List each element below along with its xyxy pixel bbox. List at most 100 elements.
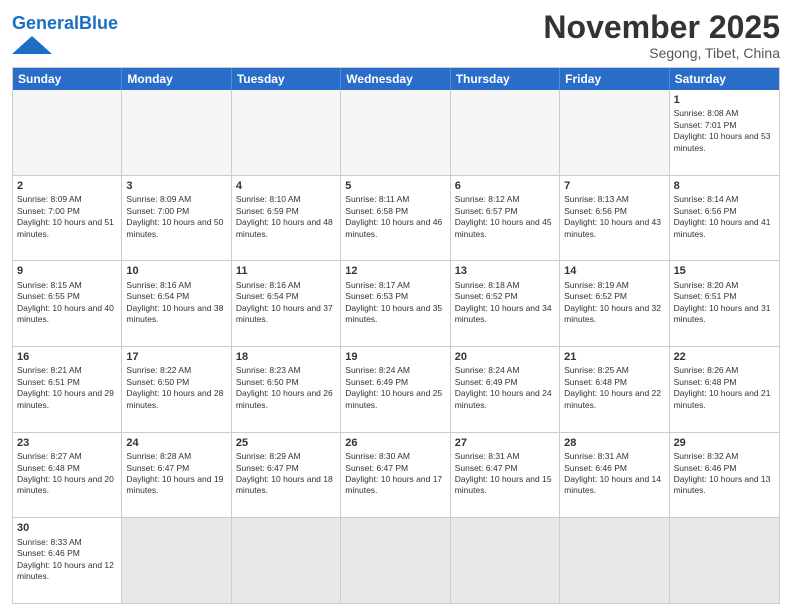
calendar-cell-6: 6Sunrise: 8:12 AMSunset: 6:57 PMDaylight…	[451, 176, 560, 261]
day-info: Sunrise: 8:17 AMSunset: 6:53 PMDaylight:…	[345, 280, 445, 326]
day-info: Sunrise: 8:15 AMSunset: 6:55 PMDaylight:…	[17, 280, 117, 326]
day-number: 14	[564, 264, 664, 278]
day-info: Sunrise: 8:26 AMSunset: 6:48 PMDaylight:…	[674, 365, 775, 411]
calendar-cell-13: 13 Sunrise: 8:18 AMSunset: 6:52 PMDayligh…	[451, 261, 560, 346]
day-number: 22	[674, 350, 775, 364]
subtitle: Segong, Tibet, China	[543, 45, 780, 61]
day-number: 16	[17, 350, 117, 364]
day-info: Sunrise: 8:16 AMSunset: 6:54 PMDaylight:…	[126, 280, 226, 326]
day-info: Sunrise: 8:27 AMSunset: 6:48 PMDaylight:…	[17, 451, 117, 497]
day-number: 30	[17, 521, 117, 535]
day-number: 2	[17, 179, 117, 193]
calendar-cell-21: 21Sunrise: 8:25 AMSunset: 6:48 PMDayligh…	[560, 347, 669, 432]
calendar-week-2: 2Sunrise: 8:09 AMSunset: 7:00 PMDaylight…	[13, 176, 779, 262]
calendar-cell-19: 19Sunrise: 8:24 AMSunset: 6:49 PMDayligh…	[341, 347, 450, 432]
day-info: Sunrise: 8:11 AMSunset: 6:58 PMDaylight:…	[345, 194, 445, 240]
calendar-week-1: 1Sunrise: 8:08 AMSunset: 7:01 PMDaylight…	[13, 90, 779, 176]
day-info: Sunrise: 8:25 AMSunset: 6:48 PMDaylight:…	[564, 365, 664, 411]
calendar-cell-17: 17Sunrise: 8:22 AMSunset: 6:50 PMDayligh…	[122, 347, 231, 432]
weekday-header-sunday: Sunday	[13, 68, 122, 90]
day-number: 24	[126, 436, 226, 450]
day-info: Sunrise: 8:29 AMSunset: 6:47 PMDaylight:…	[236, 451, 336, 497]
calendar-cell-empty	[232, 90, 341, 175]
day-info: Sunrise: 8:08 AMSunset: 7:01 PMDaylight:…	[674, 108, 775, 154]
logo-text: GeneralBlue	[12, 14, 118, 34]
day-number: 1	[674, 93, 775, 107]
calendar-cell-empty	[670, 518, 779, 603]
day-info: Sunrise: 8:12 AMSunset: 6:57 PMDaylight:…	[455, 194, 555, 240]
day-number: 4	[236, 179, 336, 193]
calendar-cell-8: 8Sunrise: 8:14 AMSunset: 6:56 PMDaylight…	[670, 176, 779, 261]
calendar-cell-4: 4Sunrise: 8:10 AMSunset: 6:59 PMDaylight…	[232, 176, 341, 261]
day-info: Sunrise: 8:14 AMSunset: 6:56 PMDaylight:…	[674, 194, 775, 240]
calendar-cell-2: 2Sunrise: 8:09 AMSunset: 7:00 PMDaylight…	[13, 176, 122, 261]
calendar-page: GeneralBlue November 2025 Segong, Tibet,…	[0, 0, 792, 612]
day-info: Sunrise: 8:23 AMSunset: 6:50 PMDaylight:…	[236, 365, 336, 411]
day-info: Sunrise: 8:31 AMSunset: 6:46 PMDaylight:…	[564, 451, 664, 497]
calendar-cell-26: 26Sunrise: 8:30 AMSunset: 6:47 PMDayligh…	[341, 433, 450, 518]
day-info: Sunrise: 8:20 AMSunset: 6:51 PMDaylight:…	[674, 280, 775, 326]
calendar-cell-12: 12Sunrise: 8:17 AMSunset: 6:53 PMDayligh…	[341, 261, 450, 346]
calendar-cell-27: 27Sunrise: 8:31 AMSunset: 6:47 PMDayligh…	[451, 433, 560, 518]
calendar-cell-24: 24Sunrise: 8:28 AMSunset: 6:47 PMDayligh…	[122, 433, 231, 518]
weekday-header-thursday: Thursday	[451, 68, 560, 90]
calendar-cell-5: 5Sunrise: 8:11 AMSunset: 6:58 PMDaylight…	[341, 176, 450, 261]
calendar-cell-empty	[341, 518, 450, 603]
calendar-cell-empty	[13, 90, 122, 175]
day-info: Sunrise: 8:33 AMSunset: 6:46 PMDaylight:…	[17, 537, 117, 583]
calendar-cell-22: 22Sunrise: 8:26 AMSunset: 6:48 PMDayligh…	[670, 347, 779, 432]
calendar-cell-10: 10Sunrise: 8:16 AMSunset: 6:54 PMDayligh…	[122, 261, 231, 346]
day-info: Sunrise: 8:10 AMSunset: 6:59 PMDaylight:…	[236, 194, 336, 240]
day-number: 20	[455, 350, 555, 364]
day-number: 8	[674, 179, 775, 193]
calendar-cell-empty	[451, 518, 560, 603]
calendar-cell-16: 16Sunrise: 8:21 AMSunset: 6:51 PMDayligh…	[13, 347, 122, 432]
day-info: Sunrise: 8:24 AMSunset: 6:49 PMDaylight:…	[345, 365, 445, 411]
day-info: Sunrise: 8:30 AMSunset: 6:47 PMDaylight:…	[345, 451, 445, 497]
day-info: Sunrise: 8:24 AMSunset: 6:49 PMDaylight:…	[455, 365, 555, 411]
day-number: 21	[564, 350, 664, 364]
calendar-cell-3: 3Sunrise: 8:09 AMSunset: 7:00 PMDaylight…	[122, 176, 231, 261]
calendar-cell-empty	[341, 90, 450, 175]
day-number: 13	[455, 264, 555, 278]
day-info: Sunrise: 8:16 AMSunset: 6:54 PMDaylight:…	[236, 280, 336, 326]
logo-icon	[12, 36, 52, 54]
calendar-cell-28: 28Sunrise: 8:31 AMSunset: 6:46 PMDayligh…	[560, 433, 669, 518]
calendar-cell-29: 29Sunrise: 8:32 AMSunset: 6:46 PMDayligh…	[670, 433, 779, 518]
day-number: 15	[674, 264, 775, 278]
calendar-cell-23: 23Sunrise: 8:27 AMSunset: 6:48 PMDayligh…	[13, 433, 122, 518]
day-info: Sunrise: 8:19 AMSunset: 6:52 PMDaylight:…	[564, 280, 664, 326]
title-block: November 2025 Segong, Tibet, China	[543, 10, 780, 61]
weekday-header-wednesday: Wednesday	[341, 68, 450, 90]
calendar-header: SundayMondayTuesdayWednesdayThursdayFrid…	[13, 68, 779, 90]
day-info: Sunrise: 8:18 AMSunset: 6:52 PMDaylight:…	[455, 280, 555, 326]
header: GeneralBlue November 2025 Segong, Tibet,…	[12, 10, 780, 61]
calendar-week-6: 30 Sunrise: 8:33 AMSunset: 6:46 PMDayligh…	[13, 518, 779, 603]
weekday-header-monday: Monday	[122, 68, 231, 90]
calendar-cell-30: 30 Sunrise: 8:33 AMSunset: 6:46 PMDayligh…	[13, 518, 122, 603]
day-number: 28	[564, 436, 664, 450]
logo-general: General	[12, 13, 79, 33]
calendar-week-4: 16Sunrise: 8:21 AMSunset: 6:51 PMDayligh…	[13, 347, 779, 433]
day-number: 18	[236, 350, 336, 364]
day-number: 5	[345, 179, 445, 193]
weekday-header-tuesday: Tuesday	[232, 68, 341, 90]
day-number: 3	[126, 179, 226, 193]
day-number: 9	[17, 264, 117, 278]
weekday-header-saturday: Saturday	[670, 68, 779, 90]
day-number: 29	[674, 436, 775, 450]
month-title: November 2025	[543, 10, 780, 45]
day-info: Sunrise: 8:31 AMSunset: 6:47 PMDaylight:…	[455, 451, 555, 497]
calendar: SundayMondayTuesdayWednesdayThursdayFrid…	[12, 67, 780, 604]
day-number: 25	[236, 436, 336, 450]
day-number: 7	[564, 179, 664, 193]
day-info: Sunrise: 8:09 AMSunset: 7:00 PMDaylight:…	[17, 194, 117, 240]
logo: GeneralBlue	[12, 14, 118, 54]
day-number: 23	[17, 436, 117, 450]
day-number: 17	[126, 350, 226, 364]
day-info: Sunrise: 8:21 AMSunset: 6:51 PMDaylight:…	[17, 365, 117, 411]
day-number: 27	[455, 436, 555, 450]
calendar-cell-1: 1Sunrise: 8:08 AMSunset: 7:01 PMDaylight…	[670, 90, 779, 175]
calendar-cell-18: 18Sunrise: 8:23 AMSunset: 6:50 PMDayligh…	[232, 347, 341, 432]
day-info: Sunrise: 8:09 AMSunset: 7:00 PMDaylight:…	[126, 194, 226, 240]
